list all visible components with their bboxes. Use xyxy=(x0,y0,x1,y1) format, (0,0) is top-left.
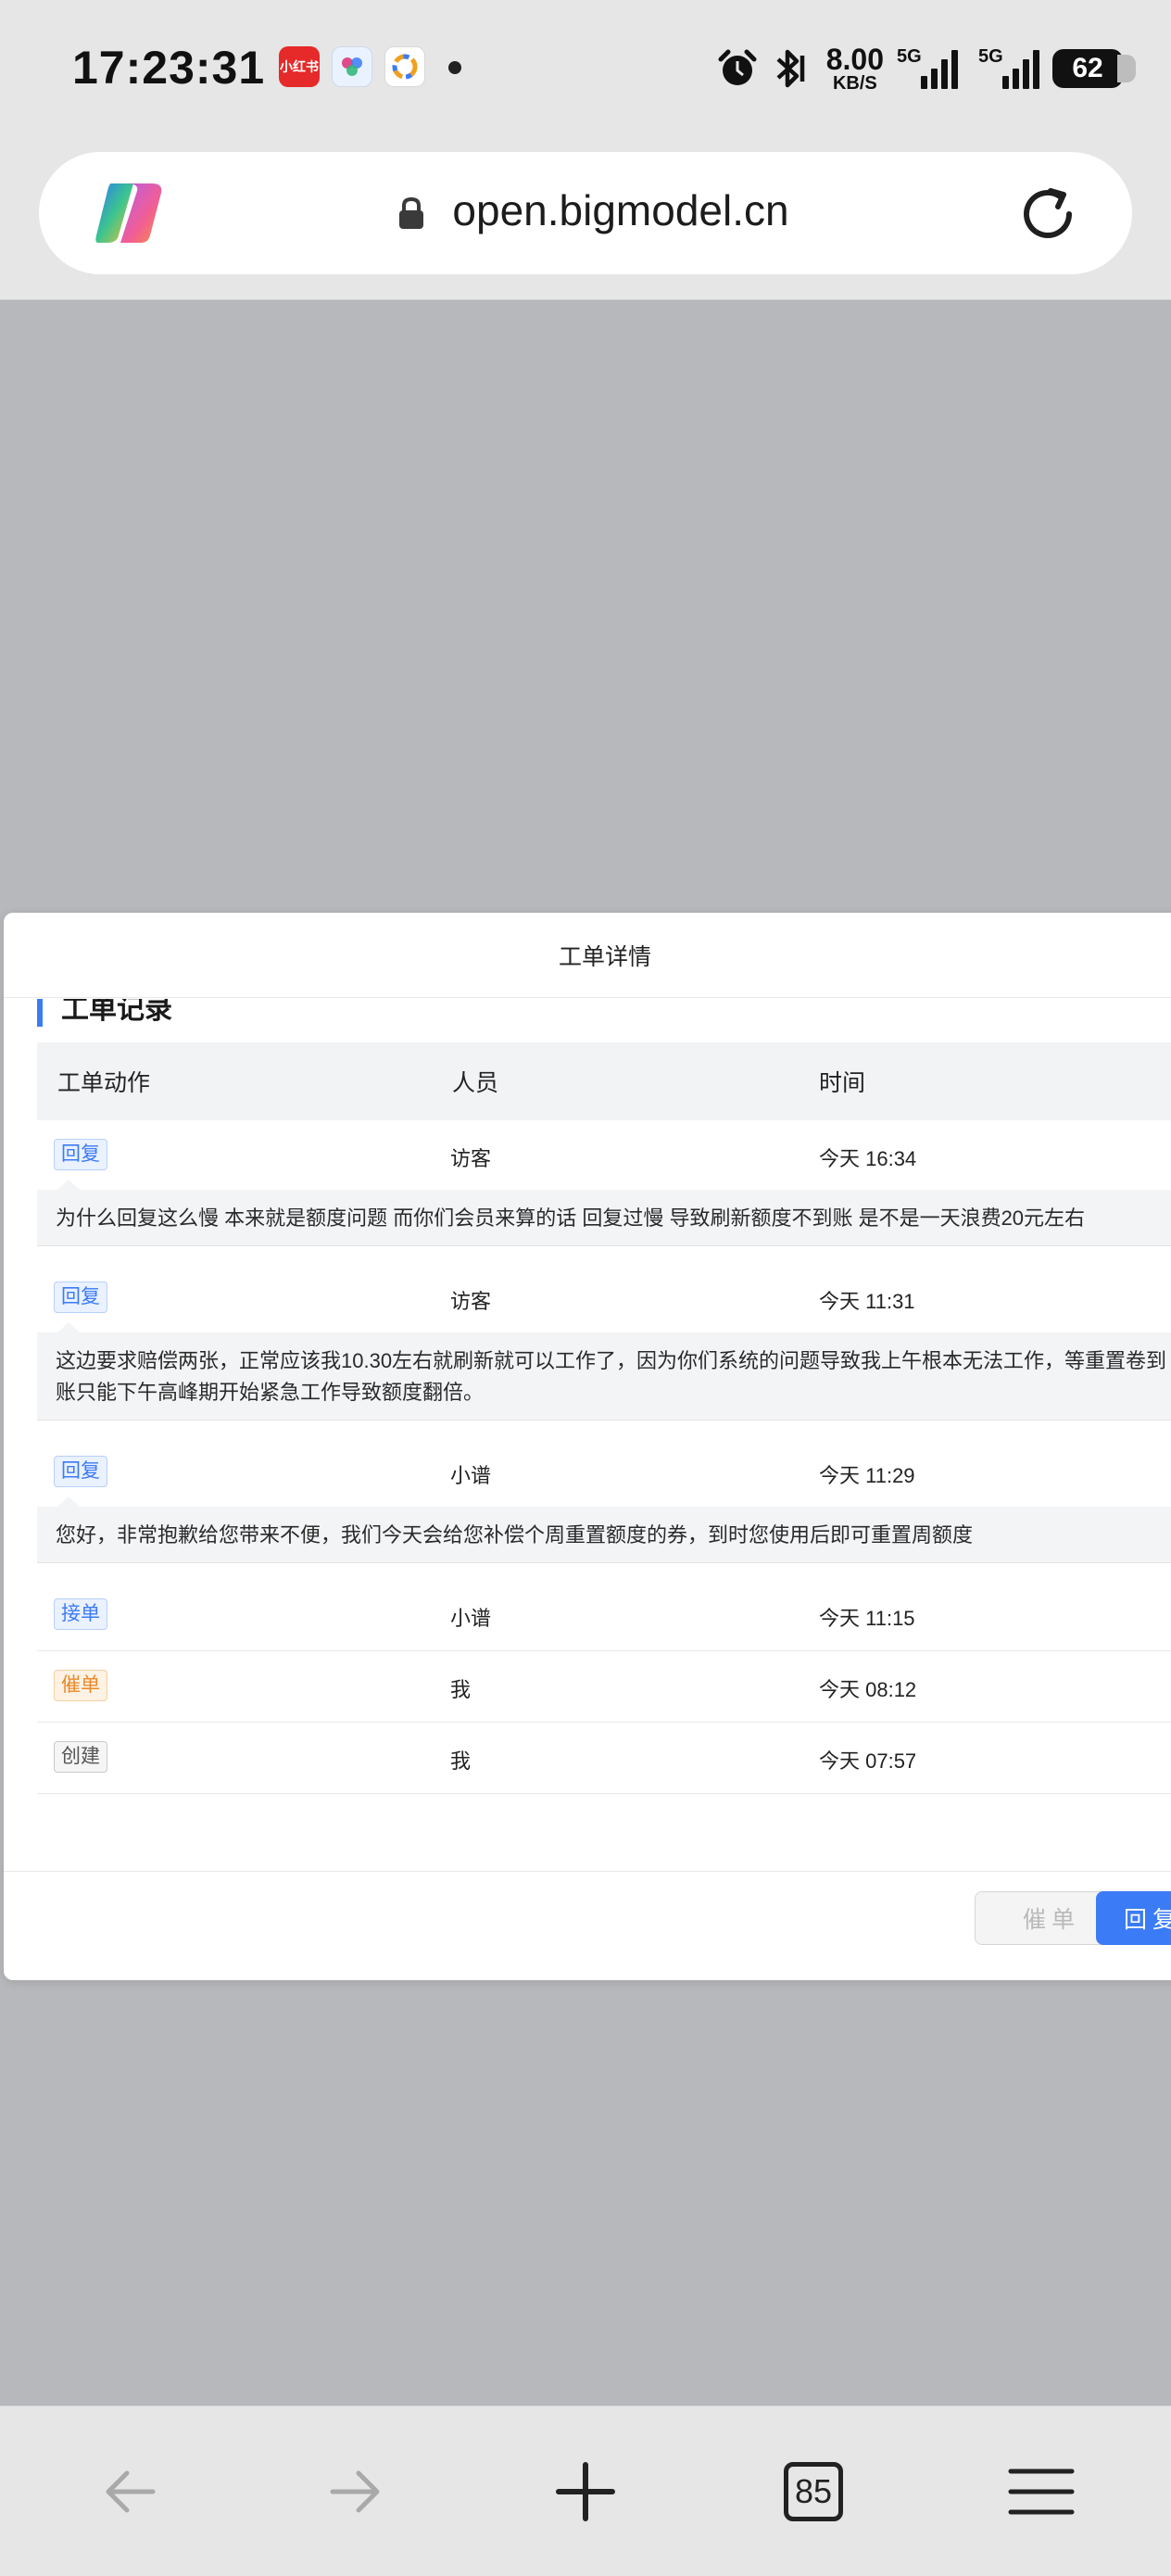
row-time: 今天 11:31 xyxy=(819,1290,915,1313)
row-person: 访客 xyxy=(450,1290,492,1313)
action-tag-reply: 回复 xyxy=(54,1456,107,1487)
cell-signal-1-icon: 5G xyxy=(897,46,958,89)
forward-button[interactable] xyxy=(319,2455,393,2529)
url-text[interactable]: open.bigmodel.cn xyxy=(417,185,825,235)
table-row: 催单 我 今天 08:12 xyxy=(37,1651,1171,1723)
ticket-record-table[interactable]: 工单动作 人员 时间 回复 访客 今天 16:34 为什么回复这么慢 本来就是额… xyxy=(37,1042,1171,1794)
table-row: 创建 我 今天 07:57 xyxy=(37,1723,1171,1794)
network-speed: 8.00 KB/S xyxy=(825,43,884,94)
reply-message: 为什么回复这么慢 本来就是额度问题 而你们会员来算的话 回复过慢 导致刷新额度不… xyxy=(37,1180,1171,1246)
cell-signal-2-icon: 5G xyxy=(971,46,1039,89)
reload-icon[interactable] xyxy=(1015,182,1080,246)
arrow-left-icon xyxy=(106,2470,156,2513)
tab-count: 85 xyxy=(784,2462,843,2521)
table-row: 接单 小谱 今天 11:15 xyxy=(37,1580,1171,1651)
alarm-icon xyxy=(718,49,757,85)
table-header: 工单动作 人员 时间 xyxy=(37,1042,1171,1120)
action-tag-reply: 回复 xyxy=(54,1139,107,1170)
back-button[interactable] xyxy=(93,2455,167,2529)
row-person: 我 xyxy=(450,1678,472,1701)
modal-title: 工单详情 xyxy=(4,913,1171,998)
reply-message: 这边要求赔偿两张，正常应该我10.30左右就刷新就可以工作了，因为你们系统的问题… xyxy=(37,1322,1171,1421)
plus-icon xyxy=(556,2462,615,2521)
table-row: 回复 访客 今天 11:31 xyxy=(37,1263,1171,1332)
copilot-logo-icon[interactable] xyxy=(93,180,167,246)
table-row: 回复 小谱 今天 11:29 xyxy=(37,1437,1171,1507)
status-time: 17:23:31 xyxy=(72,42,266,94)
status-indicators: 8.00 KB/S 5G 5G 62 xyxy=(715,41,1136,96)
row-time: 今天 11:29 xyxy=(819,1464,915,1487)
menu-button[interactable] xyxy=(1004,2455,1078,2529)
address-bar[interactable]: open.bigmodel.cn xyxy=(39,152,1132,274)
action-tag-reply: 回复 xyxy=(54,1282,107,1313)
battery-icon: 62 xyxy=(1052,49,1136,88)
ticket-detail-modal: 工单详情 工单记录 工单动作 人员 时间 回复 访客 今天 16:34 为什么回… xyxy=(4,913,1171,1980)
row-person: 访客 xyxy=(450,1147,492,1170)
section-heading-container: 工单记录 xyxy=(4,999,1171,1027)
action-tag-accept: 接单 xyxy=(54,1598,107,1630)
browser-toolbar: open.bigmodel.cn xyxy=(0,139,1171,300)
reply-message: 您好，非常抱歉给您带来不便，我们今天会给您补偿个周重置额度的券，到时您使用后即可… xyxy=(37,1496,1171,1563)
row-time: 今天 16:34 xyxy=(819,1147,917,1170)
column-header-person: 人员 xyxy=(452,1070,499,1096)
arrow-right-icon xyxy=(330,2470,380,2513)
row-person: 小谱 xyxy=(450,1607,492,1630)
hamburger-menu-icon xyxy=(1008,2469,1075,2515)
notification-dot-icon xyxy=(448,61,461,74)
coinflow-app-icon xyxy=(332,46,372,87)
row-person: 小谱 xyxy=(450,1464,492,1487)
status-bar: 17:23:31 小红书 8.00 KB/S 5G 5G 62 xyxy=(0,0,1171,139)
column-header-action: 工单动作 xyxy=(57,1070,151,1096)
column-header-time: 时间 xyxy=(819,1070,866,1096)
table-row: 回复 访客 今天 16:34 xyxy=(37,1120,1171,1190)
browser-bottom-nav: 85 xyxy=(0,2406,1171,2576)
xiaohongshu-app-icon: 小红书 xyxy=(279,46,320,87)
colorful-app-icon xyxy=(384,46,425,87)
tabs-button[interactable]: 85 xyxy=(776,2455,850,2529)
section-heading: 工单记录 xyxy=(37,999,172,1027)
bluetooth-icon xyxy=(776,49,804,88)
modal-footer: 催单 回复 xyxy=(4,1871,1171,1980)
row-time: 今天 11:15 xyxy=(819,1607,915,1630)
row-person: 我 xyxy=(450,1749,472,1773)
reply-button[interactable]: 回复 xyxy=(1096,1891,1171,1945)
row-time: 今天 07:57 xyxy=(819,1749,917,1773)
action-tag-create: 创建 xyxy=(54,1741,107,1773)
new-tab-button[interactable] xyxy=(548,2455,623,2529)
action-tag-urge: 催单 xyxy=(54,1670,107,1701)
row-time: 今天 08:12 xyxy=(819,1678,917,1701)
